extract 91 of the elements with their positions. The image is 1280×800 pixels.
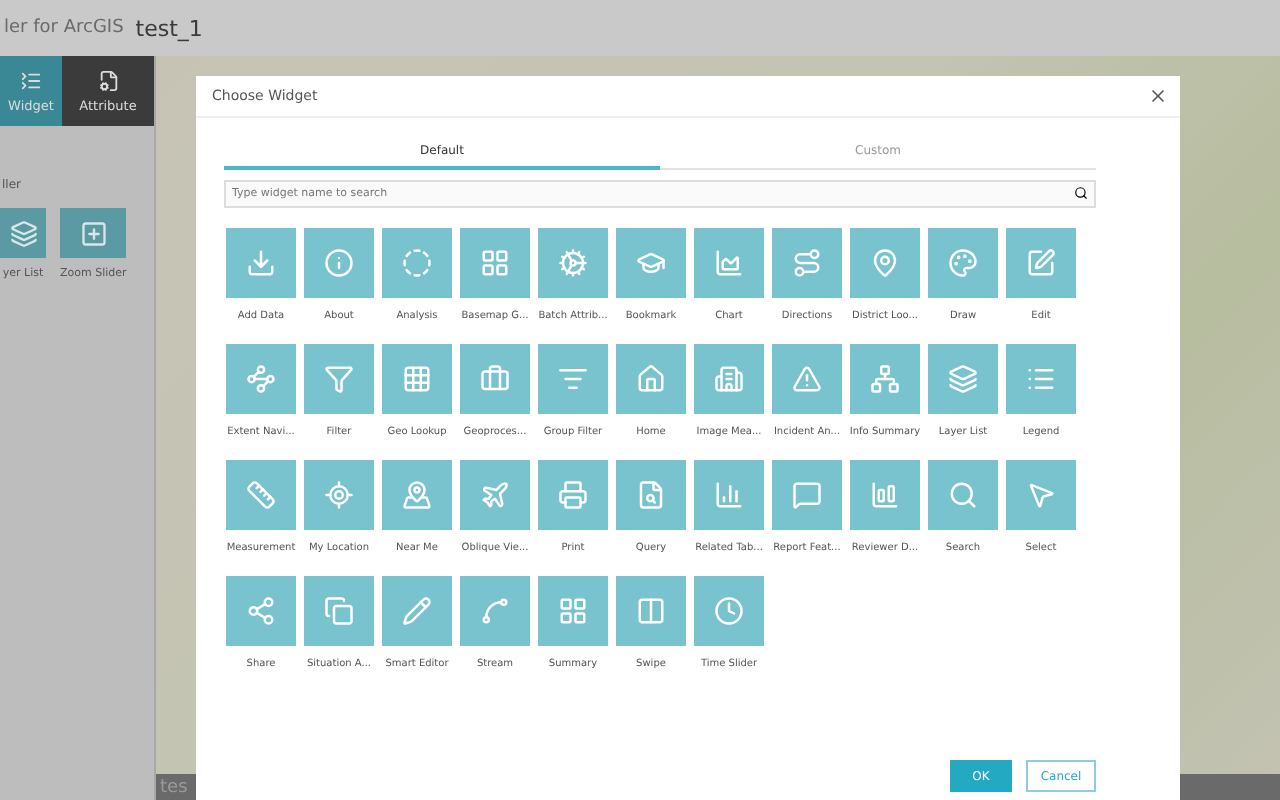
layers-icon [948, 364, 978, 394]
widget-button[interactable] [226, 460, 296, 530]
widget-button[interactable] [382, 344, 452, 414]
widget-button[interactable] [616, 460, 686, 530]
filter-icon [324, 364, 354, 394]
widget-button[interactable] [226, 228, 296, 298]
widget-button[interactable] [304, 576, 374, 646]
widget-button[interactable] [772, 460, 842, 530]
widget-button[interactable] [538, 228, 608, 298]
widget-button[interactable] [304, 344, 374, 414]
widget-button[interactable] [460, 344, 530, 414]
widget-button[interactable] [694, 460, 764, 530]
map-pin-icon [402, 480, 432, 510]
search-icon [948, 480, 978, 510]
grid-icon [402, 364, 432, 394]
widget-button[interactable] [616, 576, 686, 646]
share-icon [246, 596, 276, 626]
widget-button[interactable] [772, 344, 842, 414]
dashed-circle-icon [402, 248, 432, 278]
palette-icon [948, 248, 978, 278]
grid-icon [558, 596, 588, 626]
pointer-icon [1026, 480, 1056, 510]
map-pin-icon [870, 248, 900, 278]
close-button[interactable] [1148, 86, 1168, 106]
search-icon [636, 480, 666, 510]
filter-icon [558, 364, 588, 394]
widget-button[interactable] [694, 576, 764, 646]
widget-button[interactable] [850, 228, 920, 298]
widget-button[interactable] [382, 460, 452, 530]
cap-icon [636, 248, 666, 278]
widget-button[interactable] [850, 460, 920, 530]
edit-icon [1026, 248, 1056, 278]
pages-icon [324, 596, 354, 626]
widget-button[interactable] [538, 576, 608, 646]
grid-icon [480, 248, 510, 278]
area-chart-icon [714, 248, 744, 278]
crosshair-icon [324, 480, 354, 510]
widget-button[interactable] [538, 460, 608, 530]
info-icon [324, 248, 354, 278]
widget-button[interactable] [460, 460, 530, 530]
nodes-icon [246, 364, 276, 394]
widget-button[interactable] [304, 460, 374, 530]
clock-icon [714, 596, 744, 626]
close-icon [1148, 86, 1168, 106]
bar-chart-icon [870, 480, 900, 510]
widget-button[interactable] [382, 228, 452, 298]
widget-button[interactable] [60, 208, 127, 258]
curve-icon [480, 596, 510, 626]
widget-button[interactable] [460, 228, 530, 298]
home-icon [636, 364, 666, 394]
widget-button[interactable] [694, 344, 764, 414]
warning-icon [792, 364, 822, 394]
widget-button[interactable] [0, 208, 46, 258]
widget-button[interactable] [460, 576, 530, 646]
widget-button[interactable] [226, 344, 296, 414]
plane-icon [480, 480, 510, 510]
widget-button[interactable] [226, 576, 296, 646]
message-icon [792, 480, 822, 510]
widget-button[interactable] [928, 460, 998, 530]
network-icon [870, 364, 900, 394]
columns-icon [636, 596, 666, 626]
toolbox-icon [480, 364, 510, 394]
widget-button[interactable] [850, 344, 920, 414]
widget-button[interactable] [694, 228, 764, 298]
list-icon [1026, 364, 1056, 394]
widget-button[interactable] [304, 228, 374, 298]
widget-button[interactable] [616, 344, 686, 414]
bar-chart-icon [714, 480, 744, 510]
widget-button[interactable] [928, 228, 998, 298]
gear-icon [558, 248, 588, 278]
search-icon [1074, 186, 1088, 200]
building-icon [714, 364, 744, 394]
gear-document-icon [97, 69, 119, 91]
app-title: ler for ArcGIS [4, 18, 124, 38]
widget-button[interactable] [772, 228, 842, 298]
route-icon [792, 248, 822, 278]
list-icon [20, 69, 42, 91]
ruler-icon [246, 480, 276, 510]
printer-icon [558, 480, 588, 510]
widget-button[interactable] [616, 228, 686, 298]
download-icon [246, 248, 276, 278]
widget-button[interactable] [1006, 228, 1076, 298]
widget-button[interactable] [1006, 460, 1076, 530]
pencil-icon [402, 596, 432, 626]
plus-square-icon [79, 219, 108, 247]
widget-button[interactable] [382, 576, 452, 646]
app-name: test_1 [135, 15, 203, 41]
widget-button[interactable] [538, 344, 608, 414]
widget-button[interactable] [1006, 344, 1076, 414]
widget-button[interactable] [928, 344, 998, 414]
layers-icon [9, 219, 37, 247]
